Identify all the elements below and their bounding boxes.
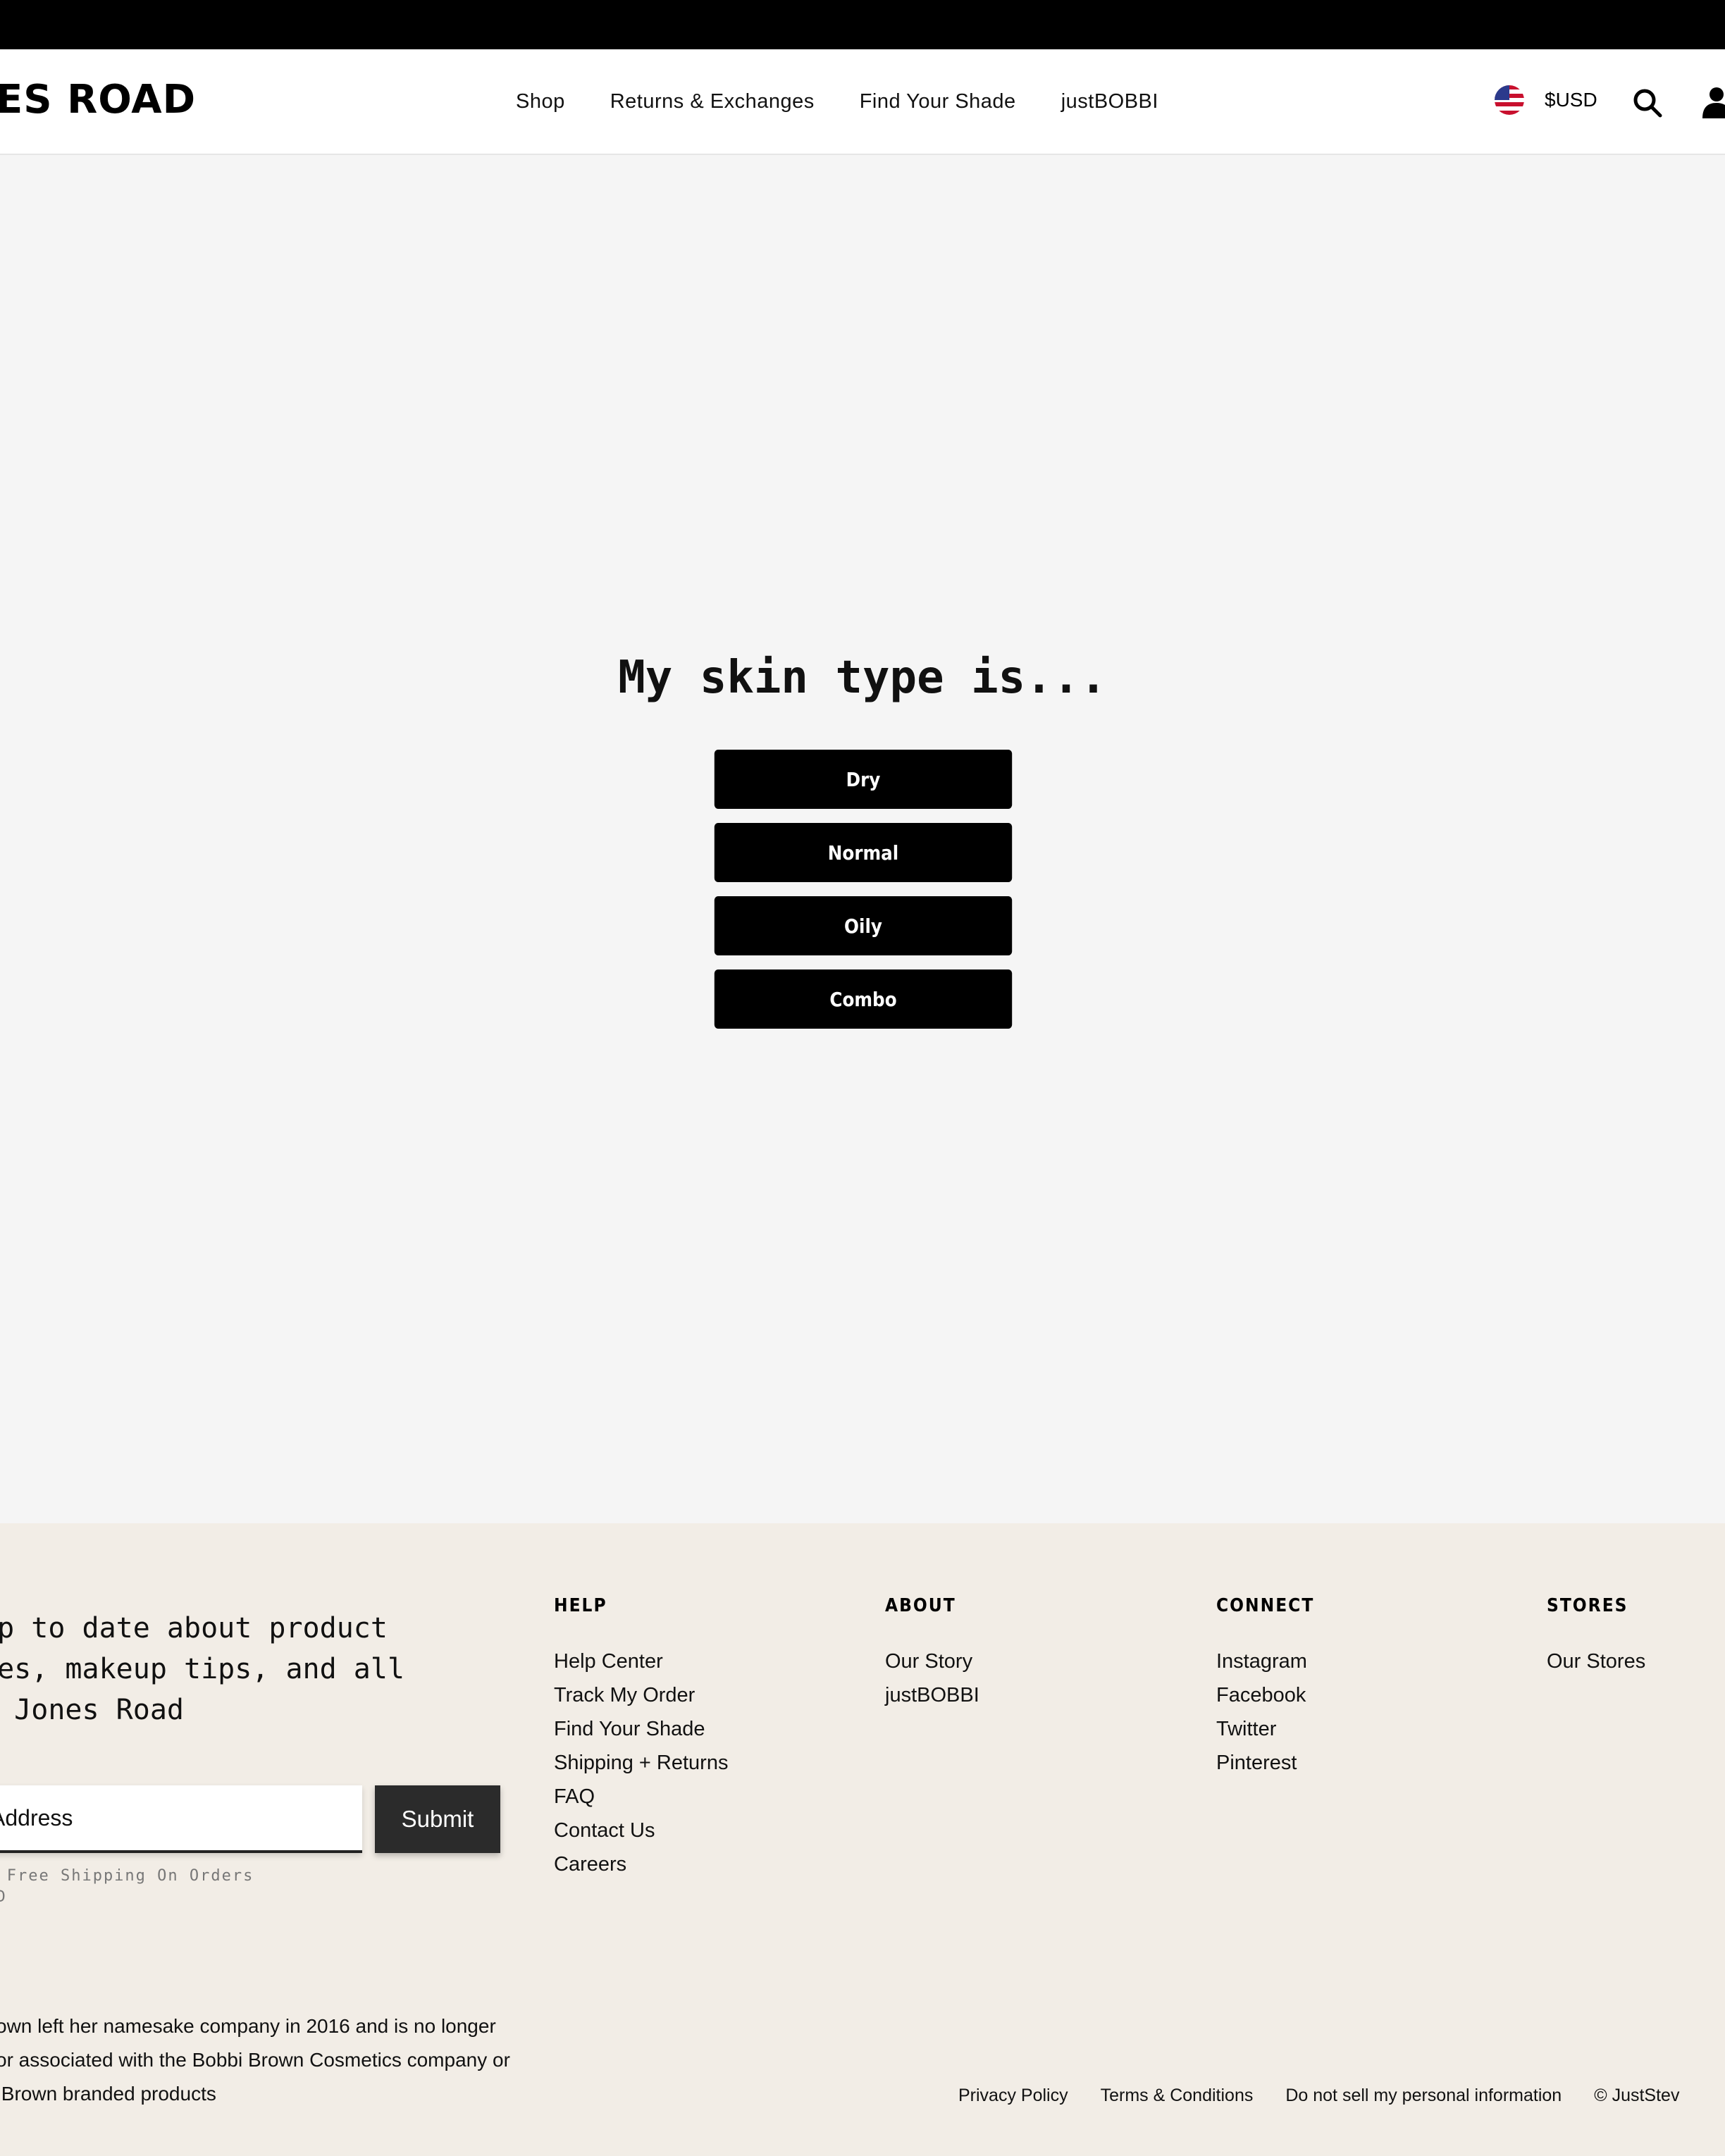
- search-icon[interactable]: [1632, 87, 1663, 118]
- nav-shop[interactable]: Shop: [516, 90, 565, 113]
- privacy-policy-link[interactable]: Privacy Policy: [958, 2086, 1068, 2106]
- footer-link-justbobbi[interactable]: justBOBBI: [885, 1684, 979, 1706]
- footer-heading: CONNECT: [1216, 1595, 1315, 1616]
- option-oily-button[interactable]: Oily: [714, 896, 1013, 955]
- us-flag-icon[interactable]: [1495, 85, 1524, 115]
- brand-disclaimer: own left her namesake company in 2016 an…: [0, 2009, 588, 2111]
- currency-selector[interactable]: $USD: [1545, 87, 1597, 113]
- user-icon[interactable]: [1701, 86, 1725, 118]
- quiz-question: My skin type is...: [618, 652, 1107, 704]
- footer-heading: HELP: [554, 1595, 607, 1616]
- footer-link-track-order[interactable]: Track My Order: [554, 1684, 695, 1706]
- newsletter-blurb: up to date about product nes, makeup tip…: [0, 1608, 488, 1730]
- footer-col-stores: STORES Our Stores: [1547, 1594, 1645, 1678]
- nav-returns-exchanges[interactable]: Returns & Exchanges: [610, 90, 815, 113]
- nav-justbobbi[interactable]: justBOBBI: [1061, 90, 1158, 113]
- disclaimer-line: or associated with the Bobbi Brown Cosme…: [0, 2049, 510, 2071]
- footer-col-about: ABOUT Our Story justBOBBI: [885, 1594, 979, 1712]
- footer-col-connect: CONNECT Instagram Facebook Twitter Pinte…: [1216, 1594, 1314, 1780]
- footer-link-find-shade[interactable]: Find Your Shade: [554, 1718, 705, 1740]
- newsletter-line: nes, makeup tips, and all: [0, 1653, 405, 1685]
- footer-link-contact[interactable]: Contact Us: [554, 1819, 655, 1842]
- footer-link-help-center[interactable]: Help Center: [554, 1650, 663, 1673]
- shipping-note: or Free Shipping On Orders USD: [0, 1866, 306, 1908]
- shipping-note-line: or Free Shipping On Orders: [0, 1867, 254, 1885]
- footer-link-shipping-returns[interactable]: Shipping + Returns: [554, 1752, 728, 1774]
- footer-link-our-stores[interactable]: Our Stores: [1547, 1650, 1645, 1673]
- footer-link-twitter[interactable]: Twitter: [1216, 1718, 1276, 1740]
- option-combo-button[interactable]: Combo: [714, 969, 1013, 1029]
- newsletter-line: up to date about product: [0, 1612, 388, 1644]
- footer-col-help: HELP Help Center Track My Order Find You…: [554, 1594, 728, 1881]
- footer-link-faq[interactable]: FAQ: [554, 1785, 595, 1808]
- newsletter-line: s Jones Road: [0, 1694, 184, 1726]
- submit-button[interactable]: Submit: [375, 1785, 500, 1853]
- site-header: ES ROAD Shop Returns & Exchanges Find Yo…: [0, 49, 1725, 155]
- footer-link-pinterest[interactable]: Pinterest: [1216, 1752, 1297, 1774]
- footer-link-instagram[interactable]: Instagram: [1216, 1650, 1307, 1673]
- footer-heading: STORES: [1547, 1595, 1628, 1616]
- nav-find-your-shade[interactable]: Find Your Shade: [860, 90, 1016, 113]
- footer-link-careers[interactable]: Careers: [554, 1853, 626, 1876]
- footer-link-facebook[interactable]: Facebook: [1216, 1684, 1306, 1706]
- footer-link-our-story[interactable]: Our Story: [885, 1650, 972, 1673]
- copyright: © JustStev: [1594, 2086, 1680, 2105]
- shipping-note-line: USD: [0, 1888, 7, 1906]
- option-normal-button[interactable]: Normal: [714, 823, 1013, 882]
- terms-conditions-link[interactable]: Terms & Conditions: [1101, 2086, 1254, 2106]
- option-dry-button[interactable]: Dry: [714, 750, 1013, 809]
- disclaimer-line: Brown branded products: [0, 2083, 216, 2105]
- legal-links: Privacy Policy Terms & Conditions Do not…: [958, 2086, 1679, 2106]
- do-not-sell-link[interactable]: Do not sell my personal information: [1285, 2086, 1562, 2106]
- site-footer: up to date about product nes, makeup tip…: [0, 1523, 1725, 2156]
- announcement-bar: [0, 0, 1725, 49]
- footer-heading: ABOUT: [885, 1595, 956, 1616]
- brand-logo[interactable]: ES ROAD: [0, 75, 196, 125]
- disclaimer-line: own left her namesake company in 2016 an…: [0, 2015, 496, 2037]
- main-nav: Shop Returns & Exchanges Find Your Shade…: [516, 49, 1158, 154]
- email-input[interactable]: [0, 1785, 362, 1853]
